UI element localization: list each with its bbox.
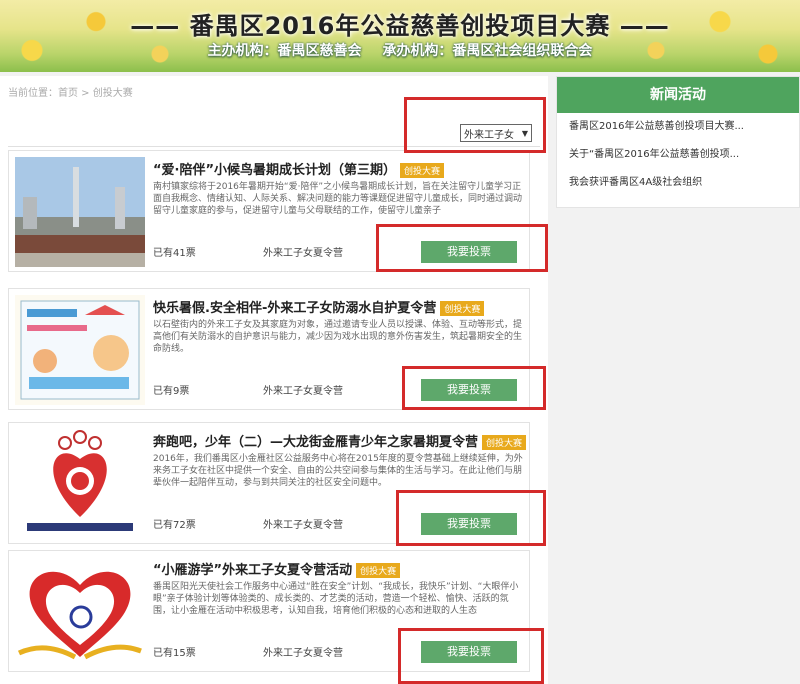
project-thumbnail[interactable]: [15, 157, 145, 267]
dropdown-arrow-icon: ▼: [521, 128, 528, 138]
project-description: 以石壁街内的外来工子女及其家庭为对象，通过邀请专业人员以授课、体验、互动等形式，…: [153, 320, 523, 354]
project-description: 南村镇家综将于2016年暑期开始“爱·陪伴”之小候鸟暑期成长计划，旨在关注留守儿…: [153, 182, 523, 216]
filter-selected-value: 外来工子女: [464, 129, 514, 141]
vote-button[interactable]: 我要投票: [421, 379, 517, 401]
project-description: 番禺区阳光天使社会工作服务中心通过“胜在安全”计划、“我成长，我快乐”计划、“大…: [153, 582, 519, 616]
vote-count: 已有9票: [153, 386, 190, 397]
project-thumbnail[interactable]: [15, 295, 145, 405]
breadcrumb[interactable]: 当前位置：首页 > 创投大赛: [8, 84, 133, 99]
divider: [8, 146, 540, 147]
project-title-text: 奔跑吧，少年（二）—大龙街金雁青少年之家暑期夏令营: [153, 435, 479, 450]
sidebar-heading: 新闻活动: [557, 77, 799, 113]
project-title-text: 快乐暑假.安全相伴-外来工子女防溺水自护夏令营: [153, 301, 437, 316]
organizer-text: 主办机构：番禺区慈善会: [207, 43, 362, 59]
banner-title: —— 番禺区2016年公益慈善创投项目大赛 ——: [130, 12, 670, 40]
project-title[interactable]: 奔跑吧，少年（二）—大龙街金雁青少年之家暑期夏令营 创投大赛: [153, 431, 527, 450]
contest-badge: 创投大赛: [482, 435, 527, 450]
project-item: “爱·陪伴”小候鸟暑期成长计划（第三期） 创投大赛 南村镇家综将于2016年暑期开…: [8, 150, 530, 272]
project-title[interactable]: 快乐暑假.安全相伴-外来工子女防溺水自护夏令营 创投大赛: [153, 297, 485, 316]
project-description: 2016年，我们番禺区小金雁社区公益服务中心将在2015年度的夏令营基础上继续延…: [153, 454, 523, 488]
vote-count: 已有41票: [153, 248, 196, 259]
project-item: 快乐暑假.安全相伴-外来工子女防溺水自护夏令营 创投大赛 以石壁街内的外来工子女及…: [8, 288, 530, 410]
vote-button[interactable]: 我要投票: [421, 513, 517, 535]
project-title-text: “爱·陪伴”小候鸟暑期成长计划（第三期）: [153, 163, 397, 178]
news-link[interactable]: 关于“番禺区2016年公益慈善创投项...: [557, 141, 799, 169]
vote-button[interactable]: 我要投票: [421, 641, 517, 663]
project-category: 外来工子女夏令营: [263, 648, 343, 659]
header-banner: —— 番禺区2016年公益慈善创投项目大赛 —— 主办机构：番禺区慈善会 承办机…: [0, 0, 800, 72]
category-filter-select[interactable]: 外来工子女 ▼: [460, 124, 532, 142]
project-item: 奔跑吧，少年（二）—大龙街金雁青少年之家暑期夏令营 创投大赛 2016年，我们番禺…: [8, 422, 530, 544]
project-item: “小雁游学”外来工子女夏令营活动 创投大赛 番禺区阳光天使社会工作服务中心通过“胜…: [8, 550, 530, 672]
project-thumbnail[interactable]: [15, 557, 145, 667]
news-link[interactable]: 番禺区2016年公益慈善创投项目大赛...: [557, 113, 799, 141]
project-thumbnail[interactable]: [15, 429, 145, 539]
contest-badge: 创投大赛: [400, 163, 445, 178]
project-category: 外来工子女夏令营: [263, 248, 343, 259]
news-link[interactable]: 我会获评番禺区4A级社会组织: [557, 169, 799, 197]
project-category: 外来工子女夏令营: [263, 520, 343, 531]
project-title[interactable]: “小雁游学”外来工子女夏令营活动 创投大赛: [153, 559, 401, 578]
main-content: 当前位置：首页 > 创投大赛 外来工子女 ▼ “爱·陪伴”小候鸟暑期成长计划（第…: [0, 76, 548, 684]
vote-count: 已有72票: [153, 520, 196, 531]
vote-count: 已有15票: [153, 648, 196, 659]
project-title[interactable]: “爱·陪伴”小候鸟暑期成长计划（第三期） 创投大赛: [153, 159, 445, 178]
vote-button[interactable]: 我要投票: [421, 241, 517, 263]
news-sidebar: 新闻活动 番禺区2016年公益慈善创投项目大赛... 关于“番禺区2016年公益…: [556, 76, 800, 208]
contest-badge: 创投大赛: [356, 563, 401, 578]
project-category: 外来工子女夏令营: [263, 386, 343, 397]
banner-subtitle: 主办机构：番禺区慈善会 承办机构：番禺区社会组织联合会: [0, 40, 800, 60]
undertaker-text: 承办机构：番禺区社会组织联合会: [382, 43, 593, 59]
project-title-text: “小雁游学”外来工子女夏令营活动: [153, 563, 353, 578]
contest-badge: 创投大赛: [440, 301, 485, 316]
